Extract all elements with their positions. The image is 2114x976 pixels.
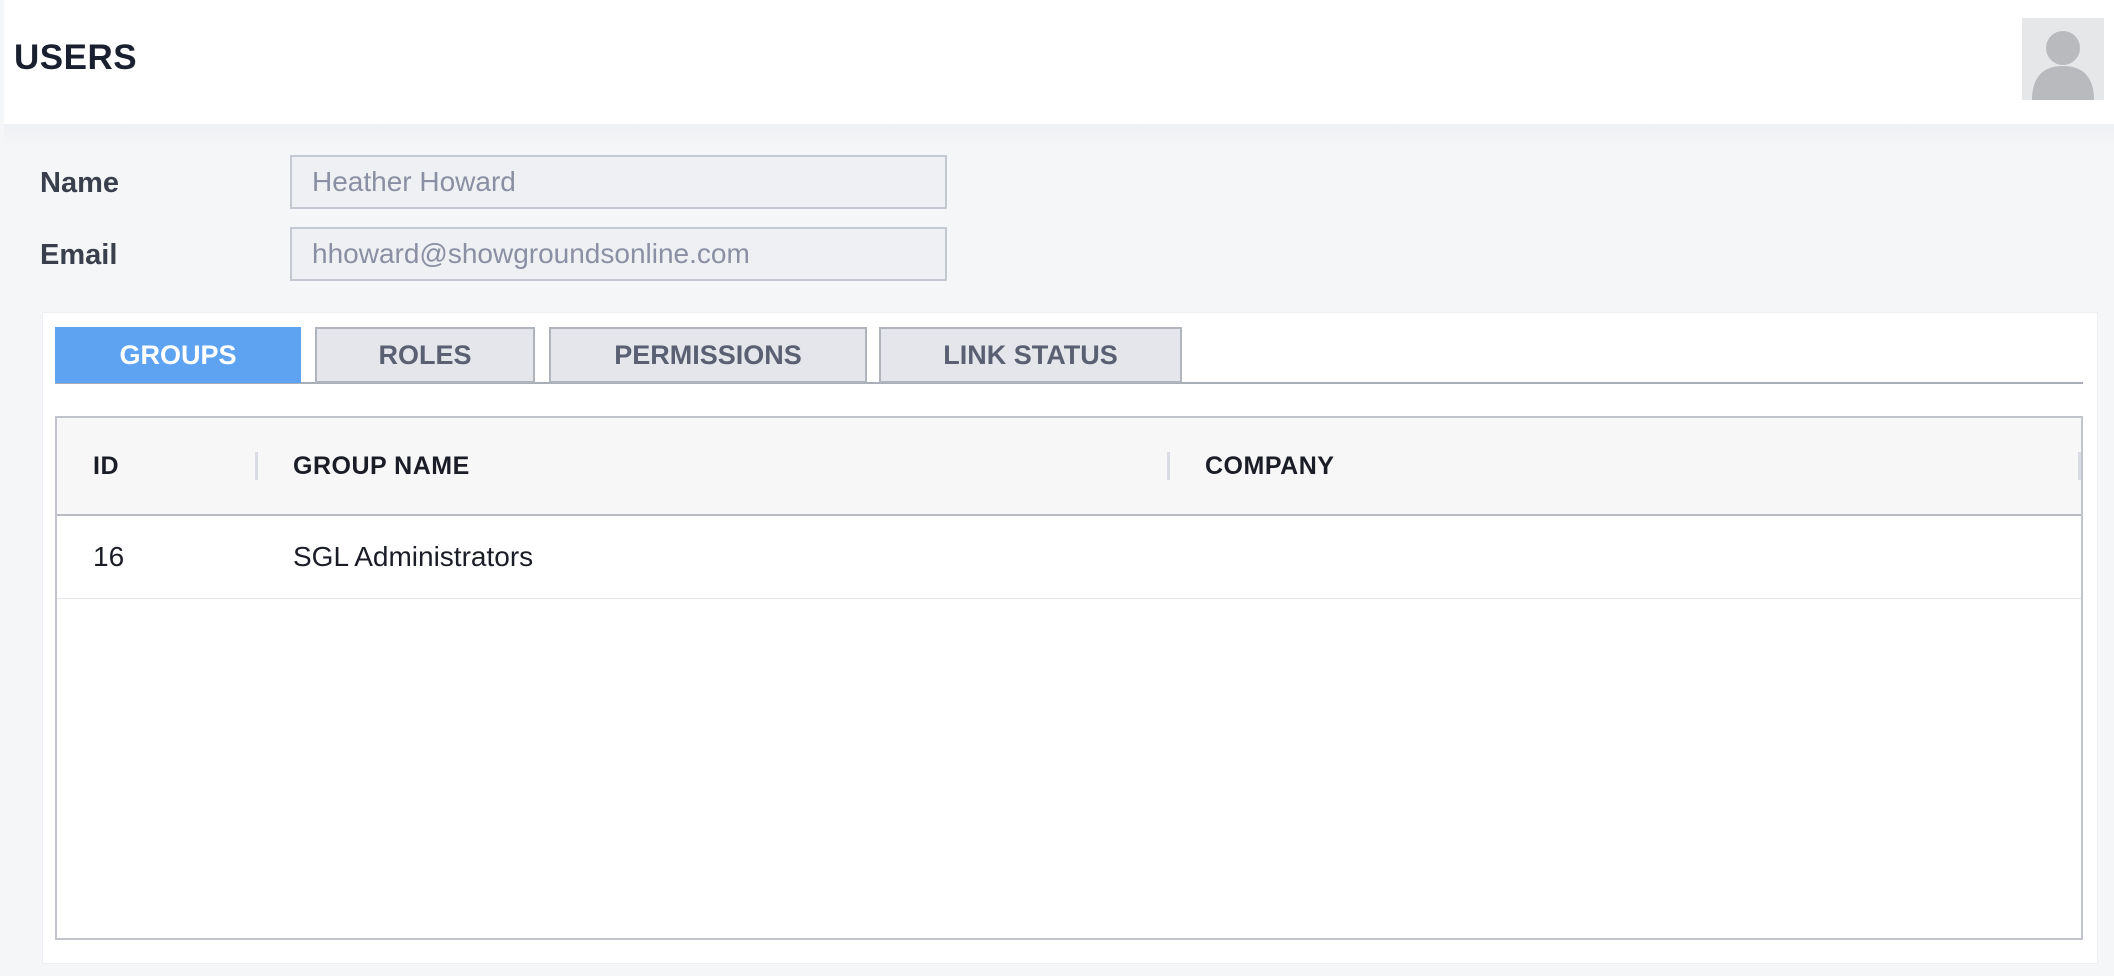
users-page: USERS Name Email GROUPS ROLES PERMISSION… xyxy=(0,0,2114,976)
tab-permissions[interactable]: PERMISSIONS xyxy=(549,327,867,383)
column-resize-handle[interactable] xyxy=(2078,452,2081,480)
top-bar: USERS xyxy=(4,0,2114,124)
column-header-id[interactable]: ID xyxy=(93,418,119,514)
tab-roles[interactable]: ROLES xyxy=(315,327,535,383)
tab-link-status[interactable]: LINK STATUS xyxy=(879,327,1182,383)
cell-group-name: SGL Administrators xyxy=(293,541,534,572)
column-resize-handle[interactable] xyxy=(1167,452,1170,480)
cell-id: 16 xyxy=(93,541,125,572)
column-header-group-name[interactable]: GROUP NAME xyxy=(293,418,470,514)
column-header-company[interactable]: COMPANY xyxy=(1205,418,1334,514)
email-field[interactable] xyxy=(290,227,947,281)
user-detail-panel: GROUPS ROLES PERMISSIONS LINK STATUS ID … xyxy=(42,312,2098,964)
page-title: USERS xyxy=(14,38,138,77)
user-avatar-icon[interactable] xyxy=(2022,18,2104,100)
name-field[interactable] xyxy=(290,155,947,209)
tab-groups[interactable]: GROUPS xyxy=(55,327,301,383)
email-label: Email xyxy=(40,239,118,271)
top-bar-shadow xyxy=(4,124,2114,148)
table-header: ID GROUP NAME COMPANY xyxy=(57,418,2081,516)
column-resize-handle[interactable] xyxy=(255,452,258,480)
name-label: Name xyxy=(40,167,119,199)
table-row[interactable]: 16 SGL Administrators xyxy=(57,516,2081,599)
groups-table: ID GROUP NAME COMPANY 16 SGL Administrat… xyxy=(55,416,2083,940)
